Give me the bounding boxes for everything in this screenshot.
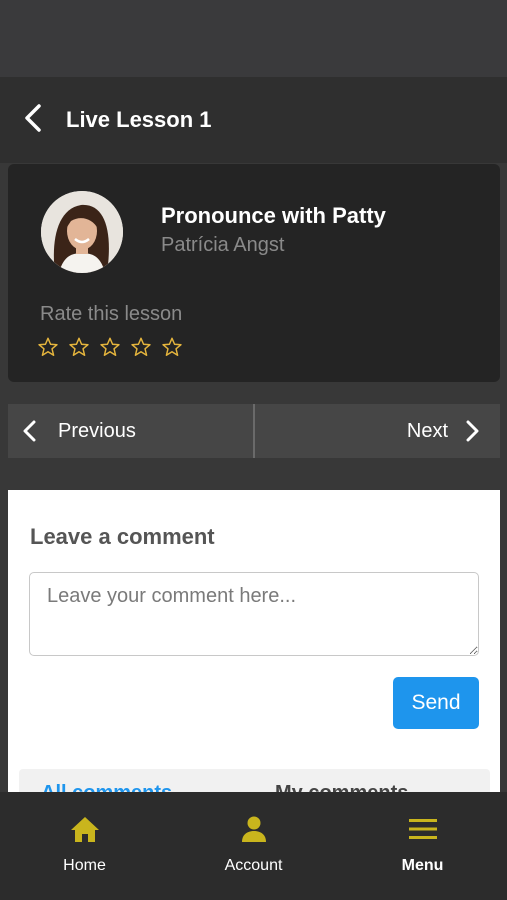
next-button[interactable]: Next: [255, 404, 500, 458]
chevron-left-icon: [24, 103, 42, 137]
lesson-title: Pronounce with Patty: [161, 203, 386, 228]
bottom-navigation: Home Account Menu: [0, 792, 507, 900]
top-bar: Live Lesson 1: [0, 77, 507, 163]
nav-item-menu[interactable]: Menu: [338, 792, 507, 900]
teacher-name: Patrícia Angst: [161, 234, 285, 256]
account-icon: [240, 813, 268, 845]
lesson-navigation: Previous Next: [8, 404, 500, 458]
teacher-avatar: [41, 191, 123, 273]
star-rating: [37, 335, 192, 359]
nav-label-home: Home: [63, 857, 106, 874]
next-label: Next: [406, 419, 448, 442]
back-button[interactable]: [0, 77, 66, 163]
nav-label-menu: Menu: [401, 857, 444, 874]
previous-label: Previous: [58, 419, 136, 442]
lesson-info-card: Pronounce with Patty Patrícia Angst Rate…: [8, 164, 500, 382]
previous-button[interactable]: Previous: [8, 404, 255, 458]
app-screen: Live Lesson 1 Pronounce with Patty Patrí…: [0, 0, 507, 900]
star-icon-3[interactable]: [99, 335, 130, 359]
nav-label-account: Account: [224, 857, 283, 874]
home-icon: [70, 813, 100, 845]
nav-item-home[interactable]: Home: [0, 792, 169, 900]
star-icon-1[interactable]: [37, 335, 68, 359]
comment-heading: Leave a comment: [30, 524, 215, 549]
chevron-left-icon: [22, 420, 36, 442]
comment-tabs: All comments My comments: [19, 769, 490, 792]
page-title: Live Lesson 1: [66, 107, 212, 132]
tab-all-comments[interactable]: All comments: [41, 782, 172, 792]
nav-item-account[interactable]: Account: [169, 792, 338, 900]
menu-icon: [408, 813, 438, 845]
chevron-right-icon: [466, 420, 480, 442]
tab-my-comments[interactable]: My comments: [275, 782, 408, 792]
rate-lesson-label: Rate this lesson: [40, 303, 183, 325]
status-bar-area: [0, 0, 507, 77]
send-button[interactable]: Send: [393, 677, 479, 729]
star-icon-2[interactable]: [68, 335, 99, 359]
star-icon-5[interactable]: [161, 335, 192, 359]
comment-input[interactable]: [29, 572, 479, 656]
comment-section: Leave a comment Send All comments My com…: [8, 490, 500, 792]
star-icon-4[interactable]: [130, 335, 161, 359]
